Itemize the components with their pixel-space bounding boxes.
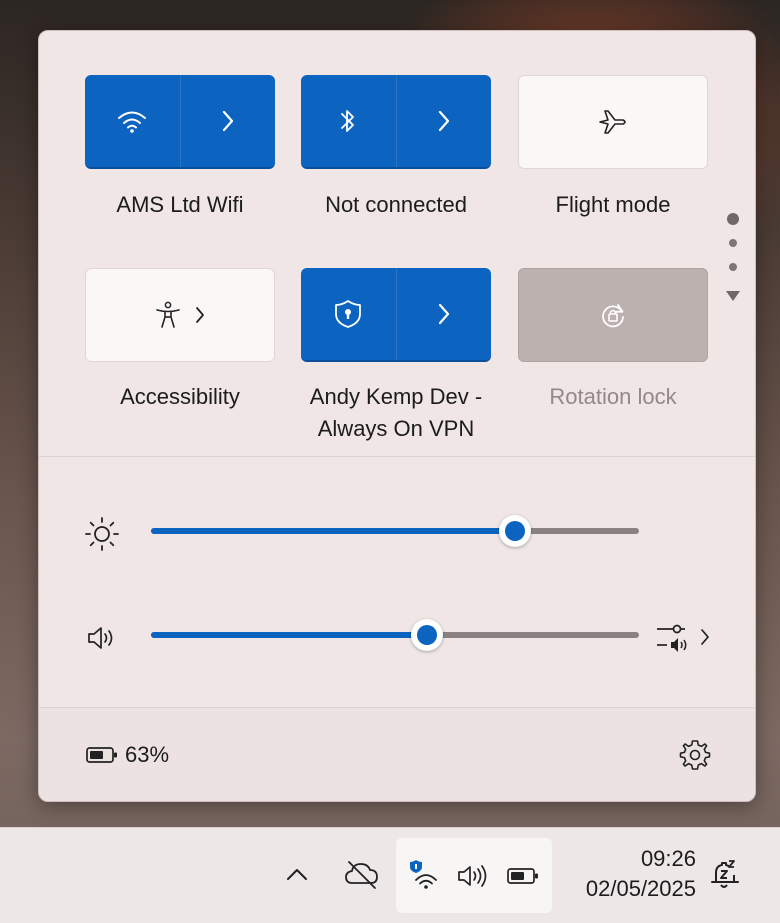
accessibility-tile-label: Accessibility — [120, 384, 240, 409]
vpn-expand-button[interactable] — [395, 268, 492, 360]
gear-icon[interactable] — [679, 739, 711, 771]
vpn-label-line2: Always On VPN — [317, 416, 475, 441]
sound-output-icon — [657, 624, 687, 652]
divider — [39, 707, 755, 708]
quick-settings-footer: 63% — [39, 707, 755, 801]
bluetooth-tile-label: Not connected — [325, 192, 467, 217]
vpn-toggle[interactable] — [301, 268, 396, 360]
airplane-icon — [599, 110, 626, 134]
clock-date: 02/05/2025 — [585, 876, 696, 901]
notifications-snooze-icon[interactable] — [708, 858, 742, 892]
accessibility-icon — [156, 301, 180, 328]
bluetooth-expand-button[interactable] — [395, 75, 492, 167]
bluetooth-toggle[interactable] — [301, 75, 396, 167]
battery-icon — [86, 747, 117, 763]
cloud-offline-icon[interactable] — [343, 858, 381, 890]
vpn-tile[interactable] — [301, 268, 491, 362]
volume-icon — [458, 865, 487, 887]
rotation-lock-icon — [602, 304, 624, 328]
chevron-right-icon — [196, 307, 204, 323]
chevron-right-icon — [701, 629, 709, 645]
bluetooth-icon — [341, 110, 355, 132]
flight-mode-tile-label: Flight mode — [555, 192, 671, 217]
chevron-right-icon — [438, 110, 449, 132]
network-volume-battery-group[interactable] — [396, 838, 552, 913]
vpn-wifi-icon — [410, 860, 437, 889]
speaker-icon — [88, 627, 113, 649]
rotation-lock-tile-label: Rotation lock — [549, 384, 677, 409]
battery-percent: 63% — [125, 742, 170, 767]
page-dot[interactable] — [729, 263, 737, 271]
quick-settings-panel: AMS Ltd Wifi Not connected Flight mode A… — [38, 30, 756, 802]
brightness-slider[interactable] — [151, 515, 639, 547]
chevron-up-icon[interactable] — [284, 864, 310, 884]
vpn-shield-icon — [335, 300, 362, 328]
brightness-icon — [85, 517, 119, 551]
brightness-slider-fill — [151, 528, 515, 534]
bluetooth-tile[interactable] — [301, 75, 491, 169]
clock[interactable]: 09:26 02/05/2025 — [560, 844, 696, 904]
rotation-lock-tile[interactable] — [518, 268, 708, 362]
taskbar: 09:26 02/05/2025 — [0, 827, 780, 923]
wifi-tile-label: AMS Ltd Wifi — [116, 192, 244, 217]
chevron-right-icon — [222, 110, 233, 132]
wifi-expand-button[interactable] — [179, 75, 276, 167]
volume-slider[interactable] — [151, 619, 639, 651]
volume-slider-thumb[interactable] — [411, 619, 443, 651]
page-dot-active[interactable] — [727, 213, 739, 225]
vpn-label-line1: Andy Kemp Dev - — [309, 384, 483, 409]
accessibility-tile[interactable] — [85, 268, 275, 362]
page-down-icon[interactable] — [725, 289, 741, 303]
wifi-tile[interactable] — [85, 75, 275, 169]
chevron-right-icon — [438, 303, 449, 325]
page-dot[interactable] — [729, 239, 737, 247]
battery-icon — [507, 868, 538, 884]
battery-status[interactable]: 63% — [85, 739, 169, 771]
divider — [39, 456, 755, 457]
wifi-toggle[interactable] — [85, 75, 180, 167]
brightness-slider-thumb[interactable] — [499, 515, 531, 547]
wifi-icon — [118, 111, 147, 133]
volume-slider-fill — [151, 632, 427, 638]
vpn-tile-label: Andy Kemp Dev - Always On VPN — [291, 381, 501, 445]
flight-mode-tile[interactable] — [518, 75, 708, 169]
sound-output-button[interactable] — [655, 621, 715, 657]
clock-time: 09:26 — [640, 846, 696, 871]
